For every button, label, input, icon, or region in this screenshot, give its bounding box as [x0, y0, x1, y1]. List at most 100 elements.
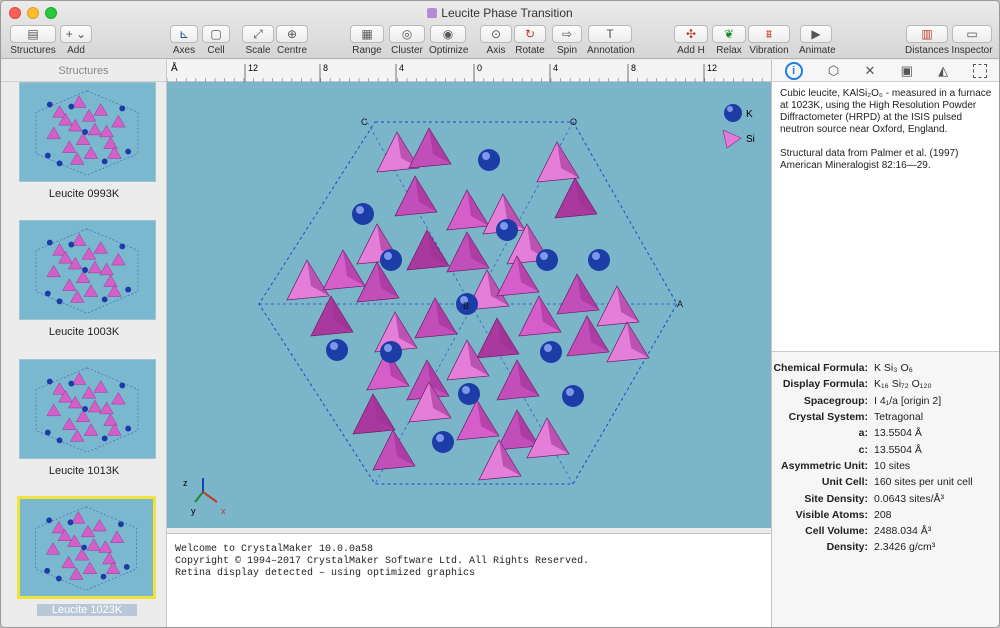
structure-name[interactable]: Leucite 1003K	[1, 326, 167, 338]
property-value: 10 sites	[874, 459, 911, 472]
relax-button[interactable]: ❦ Relax	[711, 25, 747, 56]
si-tetrahedron[interactable]	[496, 359, 540, 401]
property-value: 0.0643 sites/Å³	[874, 492, 945, 505]
axis-label: x	[221, 506, 226, 516]
property-label: Chemical Formula:	[773, 362, 868, 375]
polyhedra-tab-icon[interactable]: ⬡	[828, 63, 839, 79]
toolbar-label: Centre	[276, 45, 307, 56]
si-tetrahedron[interactable]	[406, 229, 450, 271]
si-tetrahedron[interactable]	[310, 295, 354, 337]
ruler-tick-label: 8	[323, 63, 328, 73]
legend-label: Si	[746, 134, 755, 145]
console-line: Welcome to CrystalMaker 10.0.0a58	[175, 544, 374, 555]
bonds-tab-icon[interactable]: ✕	[864, 63, 875, 79]
si-tetrahedron[interactable]	[322, 249, 366, 291]
cell-icon-glyph: ▢	[210, 27, 222, 41]
si-tetrahedron[interactable]	[446, 189, 490, 231]
structures-button[interactable]: ▤ Structures	[9, 25, 57, 56]
rotate-button[interactable]: ↻ Rotate	[513, 25, 547, 56]
property-label: Cell Volume:	[805, 525, 868, 538]
si-tetrahedron[interactable]	[352, 393, 396, 435]
si-tetrahedron[interactable]	[446, 231, 490, 273]
si-tetrahedron[interactable]	[606, 321, 650, 363]
si-tetrahedron[interactable]	[496, 409, 540, 451]
axes-button[interactable]: ⊾ Axes	[169, 25, 199, 56]
structure-thumbnail[interactable]	[19, 359, 156, 459]
k-atom[interactable]	[380, 249, 402, 271]
inspector-button[interactable]: ▭ Inspector	[951, 25, 993, 56]
console-output: Welcome to CrystalMaker 10.0.0a58 Copyri…	[167, 533, 771, 627]
ruler-tick-label: 4	[399, 63, 404, 73]
cell-icon: ▢	[202, 25, 230, 43]
ruler-tick-label: 8	[631, 63, 636, 73]
spin-button[interactable]: ⇨ Spin	[551, 25, 583, 56]
si-tetrahedron[interactable]	[536, 141, 580, 183]
distances-button[interactable]: ▥ Distances	[905, 25, 949, 56]
lattice-tab-icon[interactable]: ◭	[938, 63, 948, 79]
k-atom[interactable]	[380, 341, 402, 363]
k-atom[interactable]	[478, 149, 500, 171]
inspector-icon-glyph: ▭	[966, 27, 978, 41]
add-button[interactable]: + ⌄ Add	[59, 25, 93, 56]
k-atom[interactable]	[326, 339, 348, 361]
animate-button[interactable]: ▶ Animate	[799, 25, 836, 56]
cell-tab-icon[interactable]: ▣	[901, 63, 913, 79]
k-atom[interactable]	[458, 383, 480, 405]
si-tetrahedron[interactable]	[518, 295, 562, 337]
vibration-icon-glyph: ⩩	[765, 27, 773, 41]
si-tetrahedron[interactable]	[596, 285, 640, 327]
axes-icon-glyph: ⊾	[178, 27, 190, 41]
toolbar-label: Scale	[245, 45, 271, 56]
k-atom[interactable]	[432, 431, 454, 453]
si-tetrahedron[interactable]	[554, 177, 598, 219]
centre-button[interactable]: ⊕ Centre	[275, 25, 309, 56]
console-line: Copyright © 1994–2017 CrystalMaker Softw…	[175, 556, 590, 567]
annotation-button[interactable]: T Annotation	[587, 25, 635, 56]
scale-button[interactable]: ⤢ Scale	[241, 25, 275, 56]
structure-thumbnail[interactable]	[17, 496, 156, 599]
text-icon: T	[588, 25, 632, 43]
toolbar-label: Relax	[716, 45, 742, 56]
si-tetrahedron[interactable]	[556, 273, 600, 315]
vibration-button[interactable]: ⩩ Vibration	[747, 25, 791, 56]
k-atom[interactable]	[588, 249, 610, 271]
property-value: 160 sites per unit cell	[874, 476, 973, 489]
structure-name[interactable]: Leucite 0993K	[1, 188, 167, 200]
si-tetrahedron[interactable]	[394, 175, 438, 217]
info-tab-icon[interactable]: i	[784, 61, 803, 80]
structure-thumbnail[interactable]	[19, 220, 156, 320]
cell-button[interactable]: ▢ Cell	[201, 25, 231, 56]
k-atom[interactable]	[536, 249, 558, 271]
toolbar-label: Spin	[556, 45, 577, 56]
range-button[interactable]: ▦ Range	[349, 25, 385, 56]
crystal-structure-view[interactable]: C O B A K Si z y x	[167, 82, 771, 528]
si-tetrahedron[interactable]	[496, 255, 540, 297]
orientation-axes: z y x	[183, 478, 226, 516]
si-tetrahedron[interactable]	[372, 429, 416, 471]
si-tetrahedron[interactable]	[408, 127, 452, 169]
si-tetrahedron[interactable]	[456, 399, 500, 441]
toolbar-label: Axes	[172, 45, 196, 56]
si-tetrahedron[interactable]	[476, 317, 520, 359]
cluster-button[interactable]: ◎ Cluster	[388, 25, 426, 56]
selection-tab-icon[interactable]	[973, 63, 988, 78]
structure-name[interactable]: Leucite 1023K	[37, 604, 137, 616]
k-atom[interactable]	[496, 219, 518, 241]
structure-name[interactable]: Leucite 1013K	[1, 465, 167, 477]
axis-label: y	[191, 506, 196, 516]
structure-thumbnail[interactable]	[19, 82, 156, 182]
inspector-tabs: i ⬡ ✕ ▣ ◭	[772, 60, 999, 82]
optimize-button[interactable]: ◉ Optimize	[429, 25, 468, 56]
k-atom[interactable]	[540, 341, 562, 363]
structure-viewport[interactable]: C O B A K Si z y x	[167, 82, 771, 528]
add-h-button[interactable]: ✣ Add H	[673, 25, 709, 56]
toolbar-label: Annotation	[587, 45, 635, 56]
axis-button[interactable]: ⊙ Axis	[479, 25, 513, 56]
k-atom[interactable]	[352, 203, 374, 225]
property-label: c:	[858, 443, 868, 456]
toolbar-label: Animate	[799, 45, 836, 56]
scale-icon-glyph: ⤢	[253, 27, 263, 41]
si-tetrahedron[interactable]	[286, 259, 330, 301]
property-row: Visible Atoms: 208	[772, 507, 999, 523]
k-atom[interactable]	[562, 385, 584, 407]
